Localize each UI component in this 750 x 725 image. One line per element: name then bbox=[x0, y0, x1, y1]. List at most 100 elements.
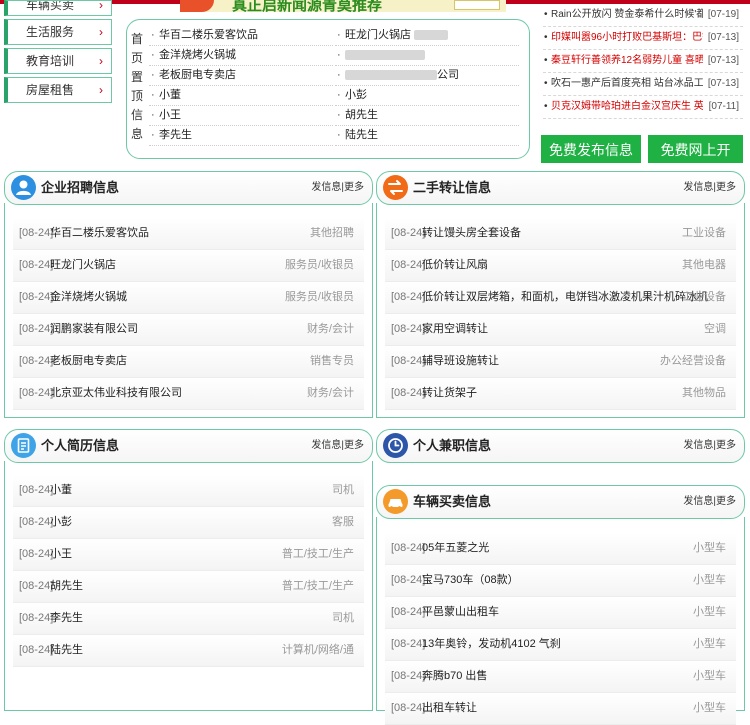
featured-item[interactable]: · 小彭 bbox=[335, 86, 519, 106]
post-info-link[interactable]: 发信息 bbox=[683, 182, 713, 193]
row-category: 小型车 bbox=[693, 606, 726, 618]
category-item-life-services[interactable]: 生活服务 › bbox=[4, 19, 112, 45]
table-row[interactable]: [08-24] 平邑蒙山出租车 小型车 bbox=[385, 597, 736, 629]
chevron-right-icon: › bbox=[99, 0, 103, 12]
row-title[interactable]: 转让货架子 bbox=[422, 378, 477, 409]
top-banner[interactable]: 真正启新闻源青莫推荐 bbox=[180, 0, 506, 12]
row-title[interactable]: 奔腾b70 出售 bbox=[422, 661, 487, 692]
row-title[interactable]: 低价转让双层烤箱，和面机，电饼铛冰激凌机果汁机碎冰机 bbox=[422, 282, 708, 313]
open-shop-button[interactable]: 免费网上开店 bbox=[648, 135, 743, 186]
featured-item[interactable]: · 陆先生 bbox=[335, 126, 519, 146]
news-item[interactable]: •秦豆轩行善领养12名弱势儿童 喜晒感恩卡 [07-13] bbox=[543, 50, 743, 73]
table-row[interactable]: [08-24] 转让馒头房全套设备 工业设备 bbox=[385, 218, 736, 250]
banner-button[interactable] bbox=[454, 0, 500, 10]
news-item[interactable]: •印媒叫嚣96小时打败巴基斯坦：巴铁不怕！战 [07-13] bbox=[543, 27, 743, 50]
more-link[interactable]: 更多 bbox=[716, 496, 736, 507]
table-row[interactable]: [08-24] 低价转让双层烤箱，和面机，电饼铛冰激凌机果汁机碎冰机 工业设备 bbox=[385, 282, 736, 314]
row-title[interactable]: 旺龙门火锅店 bbox=[50, 250, 116, 281]
row-category: 小型车 bbox=[693, 574, 726, 586]
row-title[interactable]: 金洋烧烤火锅城 bbox=[50, 282, 127, 313]
post-info-link[interactable]: 发信息 bbox=[683, 440, 713, 451]
category-item-housing[interactable]: 房屋租售 › bbox=[4, 77, 112, 103]
table-row[interactable]: [08-24] 转让货架子 其他物品 bbox=[385, 378, 736, 410]
row-title[interactable]: 平邑蒙山出租车 bbox=[422, 597, 499, 628]
table-row[interactable]: [08-24] 胡先生 普工/技工/生产 bbox=[13, 571, 364, 603]
table-row[interactable]: [08-24] 奔腾b70 出售 小型车 bbox=[385, 661, 736, 693]
news-item[interactable]: •Rain公开放闪 赞金泰希什么时候'都漂亮' [07-19] bbox=[543, 4, 743, 27]
featured-item[interactable]: · 旺龙门火锅店 bbox=[335, 26, 519, 46]
row-date: [08-24] bbox=[19, 644, 54, 656]
row-title[interactable]: 小董 bbox=[50, 475, 72, 506]
featured-item[interactable]: · bbox=[335, 46, 519, 66]
row-title[interactable]: 润鹏家装有限公司 bbox=[50, 314, 138, 345]
more-link[interactable]: 更多 bbox=[716, 440, 736, 451]
featured-item[interactable]: · 公司 bbox=[335, 66, 519, 86]
news-item[interactable]: •吹石一惠产后首度亮相 站台冰品工厂秀美腿 [07-13] bbox=[543, 73, 743, 96]
featured-item[interactable]: · 胡先生 bbox=[335, 106, 519, 126]
table-row[interactable]: [08-24] 家用空调转让 空调 bbox=[385, 314, 736, 346]
row-title[interactable]: 13年奥铃，发动机4102 气刹 bbox=[422, 629, 561, 660]
row-title[interactable]: 北京亚太伟业科技有限公司 bbox=[50, 378, 182, 409]
table-row[interactable]: [08-24] 润鹏家装有限公司 财务/会计 bbox=[13, 314, 364, 346]
row-title[interactable]: 胡先生 bbox=[50, 571, 83, 602]
bullet-icon: · bbox=[337, 129, 341, 141]
featured-item[interactable]: · 小王 bbox=[149, 106, 333, 126]
table-row[interactable]: [08-24] 辅导班设施转让 办公经营设备 bbox=[385, 346, 736, 378]
row-title[interactable]: 辅导班设施转让 bbox=[422, 346, 499, 377]
row-title[interactable]: 转让馒头房全套设备 bbox=[422, 218, 521, 249]
category-item-vehicles[interactable]: 车辆买卖 › bbox=[4, 0, 112, 16]
news-item[interactable]: •贝克汉姆带哈珀进白金汉宫庆生 英国公主晚 [07-11] bbox=[543, 96, 743, 119]
news-date: [07-13] bbox=[707, 78, 739, 89]
panel-jobs: [08-24] 华百二楼乐爱客饮品 其他招聘 [08-24] 旺龙门火锅店 服务员/收银… bbox=[4, 171, 373, 418]
table-row[interactable]: [08-24] 老板厨电专卖店 销售专员 bbox=[13, 346, 364, 378]
post-info-link[interactable]: 发信息 bbox=[311, 182, 341, 193]
row-title[interactable]: 陆先生 bbox=[50, 635, 83, 666]
row-date: [08-24] bbox=[391, 638, 426, 650]
car-icon bbox=[383, 489, 408, 514]
category-label: 房屋租售 bbox=[26, 83, 75, 97]
news-title: 印媒叫嚣96小时打败巴基斯坦：巴铁不怕！战 bbox=[551, 32, 703, 43]
table-row[interactable]: [08-24] 低价转让风扇 其他电器 bbox=[385, 250, 736, 282]
row-title[interactable]: 宝马730车（08款） bbox=[422, 565, 519, 596]
table-row[interactable]: [08-24] 金洋烧烤火锅城 服务员/收银员 bbox=[13, 282, 364, 314]
table-row[interactable]: [08-24] 小董 司机 bbox=[13, 475, 364, 507]
row-date: [08-24] bbox=[19, 484, 54, 496]
table-row[interactable]: [08-24] 小彭 客服 bbox=[13, 507, 364, 539]
featured-item[interactable]: · 老板厨电专卖店 bbox=[149, 66, 333, 86]
row-title[interactable]: 小王 bbox=[50, 539, 72, 570]
post-info-link[interactable]: 发信息 bbox=[311, 440, 341, 451]
table-row[interactable]: [08-24] 旺龙门火锅店 服务员/收银员 bbox=[13, 250, 364, 282]
featured-item[interactable]: · 金洋烧烤火锅城 bbox=[149, 46, 333, 66]
table-row[interactable]: [08-24] 陆先生 计算机/网络/通 bbox=[13, 635, 364, 667]
featured-item-label: 旺龙门火锅店 bbox=[345, 29, 411, 41]
row-title[interactable]: 老板厨电专卖店 bbox=[50, 346, 127, 377]
table-row[interactable]: [08-24] 13年奥铃，发动机4102 气刹 小型车 bbox=[385, 629, 736, 661]
table-row[interactable]: [08-24] 出租车转让 小型车 bbox=[385, 693, 736, 725]
row-title[interactable]: 低价转让风扇 bbox=[422, 250, 488, 281]
more-link[interactable]: 更多 bbox=[716, 182, 736, 193]
featured-item[interactable]: · 小董 bbox=[149, 86, 333, 106]
row-title[interactable]: 李先生 bbox=[50, 603, 83, 634]
featured-info-box: 首 页 置 顶 信 息 · 华百二楼乐爱客饮品 · 金洋烧烤火锅城 · 老板厨电专卖店… bbox=[126, 19, 530, 159]
table-row[interactable]: [08-24] 李先生 司机 bbox=[13, 603, 364, 635]
publish-info-button[interactable]: 免费发布信息 bbox=[541, 135, 641, 163]
table-row[interactable]: [08-24] 05年五菱之光 小型车 bbox=[385, 533, 736, 565]
bullet-icon: • bbox=[544, 9, 548, 20]
post-info-link[interactable]: 发信息 bbox=[683, 496, 713, 507]
row-title[interactable]: 05年五菱之光 bbox=[422, 533, 489, 564]
table-row[interactable]: [08-24] 华百二楼乐爱客饮品 其他招聘 bbox=[13, 218, 364, 250]
row-title[interactable]: 小彭 bbox=[50, 507, 72, 538]
table-row[interactable]: [08-24] 宝马730车（08款） 小型车 bbox=[385, 565, 736, 597]
table-row[interactable]: [08-24] 小王 普工/技工/生产 bbox=[13, 539, 364, 571]
row-category: 空调 bbox=[704, 323, 726, 335]
row-title[interactable]: 华百二楼乐爱客饮品 bbox=[50, 218, 149, 249]
row-title[interactable]: 家用空调转让 bbox=[422, 314, 488, 345]
vlabel-char: 页 bbox=[131, 51, 144, 65]
featured-item[interactable]: · 李先生 bbox=[149, 126, 333, 146]
table-row[interactable]: [08-24] 北京亚太伟业科技有限公司 财务/会计 bbox=[13, 378, 364, 410]
more-link[interactable]: 更多 bbox=[344, 182, 364, 193]
more-link[interactable]: 更多 bbox=[344, 440, 364, 451]
row-category: 司机 bbox=[332, 484, 354, 496]
featured-item[interactable]: · 华百二楼乐爱客饮品 bbox=[149, 26, 333, 46]
category-item-education[interactable]: 教育培训 › bbox=[4, 48, 112, 74]
